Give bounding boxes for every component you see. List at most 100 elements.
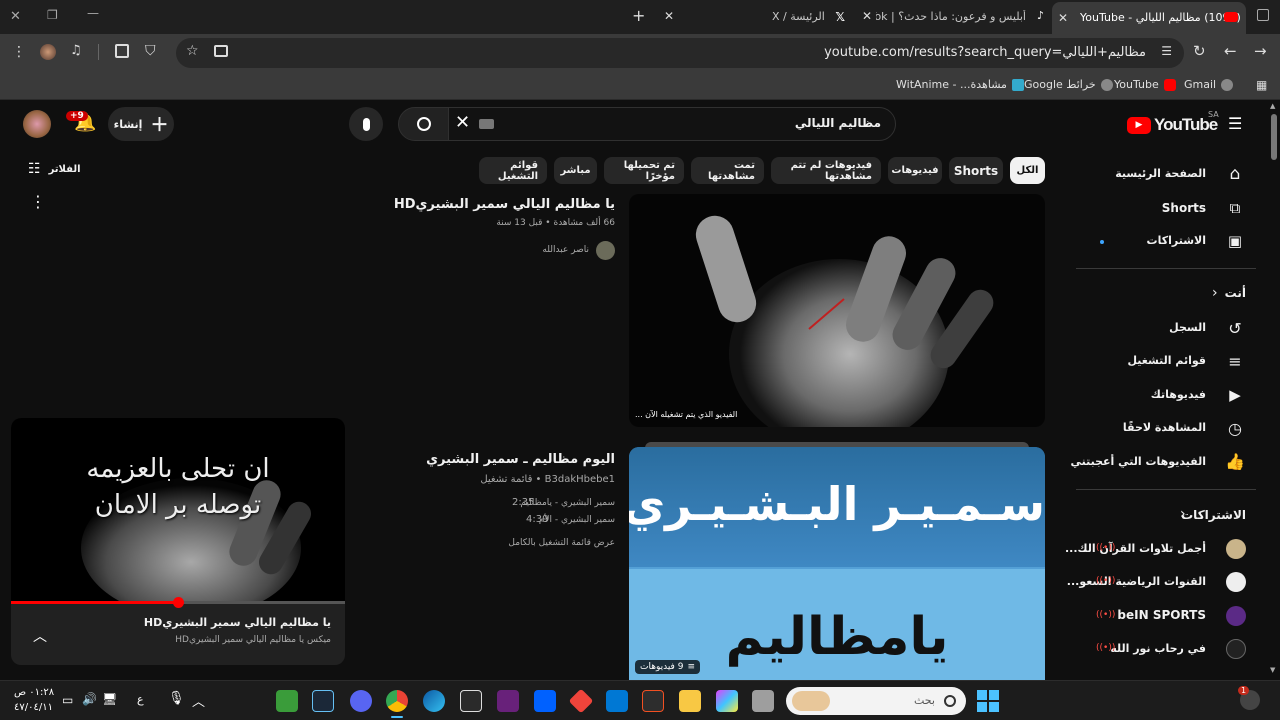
filters-button[interactable]: ☷ الفلاتر	[28, 161, 81, 177]
file-explorer-app-icon[interactable]	[679, 690, 701, 712]
bookmark-witanime[interactable]: مشاهدة... - WitAnime	[896, 78, 1024, 91]
close-tab-icon[interactable]: ✕	[1058, 11, 1068, 25]
history-icon: ↺	[1228, 318, 1242, 338]
chip-watched[interactable]: تمت مشاهدتها	[691, 157, 764, 184]
chip-playlists[interactable]: قوائم التشغيل	[479, 157, 547, 184]
minimize-window-icon[interactable]: —	[87, 6, 99, 20]
video-thumbnail[interactable]: الفيديو الذي يتم تشغيله الآن ...	[629, 194, 1045, 427]
keyboard-icon[interactable]	[479, 119, 494, 129]
dropbox-app-icon[interactable]	[534, 690, 556, 712]
sidebar-item-label: Shorts	[1161, 201, 1206, 215]
chevron-right-icon: ›	[1212, 285, 1218, 301]
close-window-icon[interactable]: ✕	[10, 9, 21, 24]
url-text[interactable]: youtube.com/results?search_query=مظاليم+…	[824, 45, 1146, 60]
sidebar-item-label: فيديوهاتك	[1150, 388, 1206, 401]
more-options-icon[interactable]: ⋮	[30, 192, 46, 211]
edge-app-icon[interactable]	[423, 690, 445, 712]
install-app-icon[interactable]	[214, 45, 228, 57]
clear-search-icon[interactable]: ✕	[455, 112, 470, 133]
sidebar-item-label: الاشتراكات	[1146, 234, 1206, 247]
media-control-icon[interactable]: ♫	[70, 43, 82, 58]
terminal-app-icon[interactable]	[276, 690, 298, 712]
chip-recently-uploaded[interactable]: تم تحميلها مؤخرًا	[604, 157, 684, 184]
playlist-thumbnail[interactable]: سـمـيـر البـشـيـري يامظاليم ≡ 9 فيديوهات	[629, 447, 1045, 680]
keyboard-language[interactable]: ع	[137, 693, 144, 706]
channel-avatar	[596, 241, 615, 260]
restore-window-icon[interactable]: ❐	[47, 8, 58, 22]
miniplayer-video[interactable]: ان تحلى بالعزيمه توصله بر الامان	[11, 418, 345, 604]
tab-youtube[interactable]: ✕ (1098) مظاليم الليالي - YouTube	[1052, 2, 1246, 34]
channel-name: أجمل تلاوات القرآن الك...	[1064, 542, 1206, 555]
outlook-app-icon[interactable]	[606, 690, 628, 712]
task-view-app-icon[interactable]	[752, 690, 774, 712]
store-app-icon[interactable]	[642, 690, 664, 712]
volume-icon[interactable]: 🔊	[82, 692, 97, 706]
search-input[interactable]: ✕ مظاليم الليالي	[448, 107, 896, 141]
visual-studio-app-icon[interactable]	[497, 690, 519, 712]
steam-app-icon[interactable]	[312, 690, 334, 712]
sidebar-item-label: المشاهدة لاحقًا	[1122, 421, 1206, 434]
address-bar[interactable]: ☆ youtube.com/results?search_query=مظالي…	[176, 38, 1184, 68]
progress-scrubber[interactable]	[173, 597, 184, 608]
scroll-up-icon[interactable]: ▲	[1270, 102, 1275, 110]
anydesk-app-icon[interactable]	[568, 688, 594, 714]
search-highlight-image	[792, 691, 830, 711]
copilot-app-icon[interactable]	[716, 690, 738, 712]
profile-avatar[interactable]	[40, 44, 56, 60]
bookmark-star-icon[interactable]: ☆	[186, 43, 199, 59]
tab-tiktok[interactable]: ✕ أبليس و فرعون: ماذا حدث؟ | TikTok ♪	[858, 4, 1046, 30]
clock-time[interactable]: ٠١:٢٨ ص	[14, 687, 54, 698]
battery-icon[interactable]: ▭	[62, 693, 73, 707]
tab-search-icon[interactable]	[1257, 9, 1269, 21]
youtube-logo[interactable]: ▶ YouTube	[1127, 115, 1218, 135]
create-button[interactable]: ＋ إنشاء	[108, 107, 174, 141]
clock-date[interactable]: ٤٧/٠٤/١١	[14, 702, 53, 713]
network-icon[interactable]: 🖥	[102, 692, 117, 706]
menu-dots-icon[interactable]: ⋮	[12, 44, 26, 60]
tab-title: أبليس و فرعون: ماذا حدث؟ | TikTok	[876, 10, 1026, 23]
forward-icon[interactable]: →	[1254, 42, 1267, 60]
progress-track[interactable]	[11, 597, 345, 608]
search-button[interactable]	[398, 107, 450, 141]
playlist-title[interactable]: اليوم مظاليم ـ سمير البشيري	[426, 452, 615, 467]
bookmark-youtube[interactable]: YouTube	[1114, 78, 1176, 91]
scrollbar-thumb[interactable]	[1271, 114, 1277, 160]
chip-live[interactable]: مباشر	[554, 157, 597, 184]
reload-icon[interactable]: ↻	[1193, 42, 1206, 60]
scroll-down-icon[interactable]: ▼	[1270, 666, 1275, 674]
shorts-icon: ⧉	[1229, 199, 1241, 217]
close-tab-icon[interactable]: ✕	[862, 9, 872, 23]
shield-extension-icon[interactable]: ⛉	[145, 43, 156, 59]
extensions-icon[interactable]	[115, 44, 129, 58]
bookmark-gmail[interactable]: Gmail	[1184, 78, 1234, 91]
voice-search-button[interactable]	[349, 107, 383, 141]
miniplayer[interactable]: ان تحلى بالعزيمه توصله بر الامان ︿ يا مظ…	[11, 418, 345, 665]
hamburger-menu-icon[interactable]: ☰	[1228, 114, 1242, 133]
epic-games-app-icon[interactable]	[460, 690, 482, 712]
miniplayer-title[interactable]: يا مظاليم اليالي سمير البشيريHD	[144, 616, 331, 629]
video-title[interactable]: يا مظاليم اليالي سمير البشيريHD	[394, 197, 615, 212]
chip-all[interactable]: الكل	[1010, 157, 1045, 184]
chip-videos[interactable]: فيديوهات	[888, 157, 942, 184]
discord-app-icon[interactable]	[350, 690, 372, 712]
close-tab-icon[interactable]: ✕	[664, 9, 674, 23]
taskbar-search[interactable]: بحث	[786, 687, 966, 715]
video-caption-line-2: توصله بر الامان	[94, 490, 262, 520]
tab-x[interactable]: ✕ 𝕏 الرئيسة / X	[660, 4, 870, 30]
bookmark-google-maps[interactable]: خرائط Google	[1024, 78, 1113, 91]
start-button[interactable]	[977, 690, 999, 712]
chip-unwatched[interactable]: فيديوهات لم تتم مشاهدتها	[771, 157, 881, 184]
view-full-playlist-link[interactable]: عرض قائمة التشغيل بالكامل	[508, 538, 615, 548]
show-hidden-icons-icon[interactable]: ︿	[192, 691, 205, 710]
bookmark-label: مشاهدة... - WitAnime	[896, 78, 1007, 91]
expand-chevron-icon[interactable]: ︿	[33, 626, 47, 646]
new-tab-button[interactable]: +	[632, 6, 645, 25]
back-icon[interactable]: ←	[1224, 42, 1237, 60]
account-avatar[interactable]	[23, 110, 51, 138]
site-settings-icon[interactable]: ☰	[1161, 44, 1172, 58]
microphone-icon[interactable]: 🎙	[168, 691, 185, 706]
page-scrollbar[interactable]: ▲ ▼	[1268, 100, 1280, 680]
apps-grid-icon[interactable]: ▦	[1256, 78, 1267, 92]
chip-shorts[interactable]: Shorts	[949, 157, 1003, 184]
chrome-app-icon[interactable]	[386, 690, 408, 712]
